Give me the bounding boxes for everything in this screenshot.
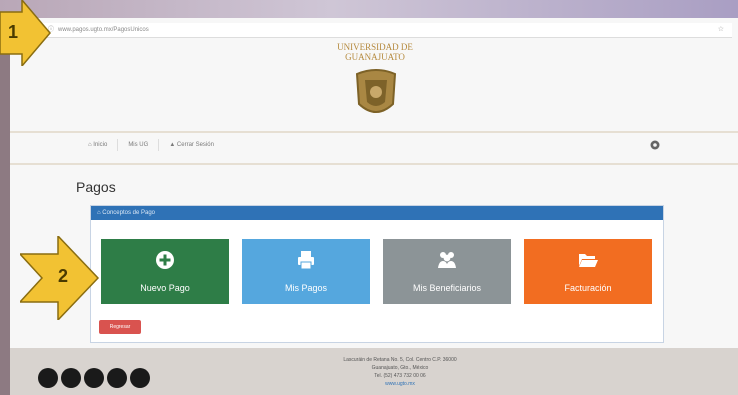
twitter-icon[interactable] — [61, 368, 81, 388]
nav-divider-bottom — [10, 163, 738, 165]
footer-link[interactable]: www.ugto.mx — [300, 380, 500, 388]
beneficiaries-label: Mis Beneficiarios — [412, 283, 482, 293]
plus-circle-icon — [156, 251, 174, 269]
my-payments-tile[interactable]: Mis Pagos — [242, 239, 370, 304]
address-url: www.pagos.ugto.mx/PagosUnicos — [58, 27, 149, 33]
nav-divider-top — [10, 131, 738, 133]
browser-chrome-band — [0, 0, 738, 20]
beneficiaries-tile[interactable]: Mis Beneficiarios — [383, 239, 511, 304]
back-button-label: Regresar — [109, 324, 131, 330]
nav-separator — [158, 139, 160, 151]
footer-line1: Lascuráin de Retana No. 5, Col. Centro C… — [343, 357, 457, 363]
home-icon: ⌂ — [97, 210, 101, 216]
users-icon — [438, 252, 456, 268]
printer-icon — [298, 251, 314, 270]
nav-separator — [117, 139, 119, 151]
university-wordmark: UNIVERSIDAD DE GUANAJUATO — [305, 42, 445, 62]
panel-header: ⌂ Conceptos de Pago — [91, 206, 663, 220]
callout-2: 2 — [20, 236, 100, 320]
university-crest-icon — [355, 69, 397, 113]
nav-home[interactable]: ⌂ Inicio — [88, 142, 107, 148]
billing-tile[interactable]: Facturación — [524, 239, 652, 304]
social-links — [38, 368, 150, 388]
gear-icon[interactable] — [649, 139, 661, 151]
callout-number-1: 1 — [8, 22, 19, 42]
instagram-icon[interactable] — [130, 368, 150, 388]
youtube-icon[interactable] — [84, 368, 104, 388]
my-payments-label: Mis Pagos — [284, 283, 328, 293]
back-button[interactable]: Regresar — [99, 320, 141, 334]
footer-line3: Tel. (52) 473 732 00 06 — [374, 373, 426, 379]
page-title: Pagos — [76, 179, 116, 195]
university-name-line1: UNIVERSIDAD DE — [337, 42, 413, 52]
nav-logout[interactable]: ▲ Cerrar Sesión — [169, 142, 214, 148]
nav-logout-label: Cerrar Sesión — [176, 142, 214, 148]
address-bar[interactable]: ⓘ www.pagos.ugto.mx/PagosUnicos ☆ — [12, 23, 732, 38]
nav-user[interactable]: Mis UG — [128, 142, 148, 148]
nav-home-label: Inicio — [93, 142, 108, 148]
new-payment-label: Nuevo Pago — [140, 283, 190, 293]
payments-panel: ⌂ Conceptos de Pago Nuevo Pago Mis Pagos… — [90, 205, 664, 343]
university-name-line2: GUANAJUATO — [345, 52, 405, 62]
panel-title: Conceptos de Pago — [102, 210, 156, 216]
callout-number-2: 2 — [58, 266, 69, 286]
bookmark-star-icon[interactable]: ☆ — [718, 23, 724, 37]
facebook-icon[interactable] — [38, 368, 58, 388]
new-payment-tile[interactable]: Nuevo Pago — [101, 239, 229, 304]
google-plus-icon[interactable] — [107, 368, 127, 388]
billing-label: Facturación — [564, 283, 612, 293]
callout-1: 1 — [0, 0, 56, 66]
top-nav: ⌂ Inicio Mis UG ▲ Cerrar Sesión — [88, 138, 214, 152]
folder-open-icon — [579, 254, 598, 267]
footer-line2: Guanajuato, Gto., México — [371, 365, 429, 371]
footer-address: Lascuráin de Retana No. 5, Col. Centro C… — [300, 356, 500, 388]
